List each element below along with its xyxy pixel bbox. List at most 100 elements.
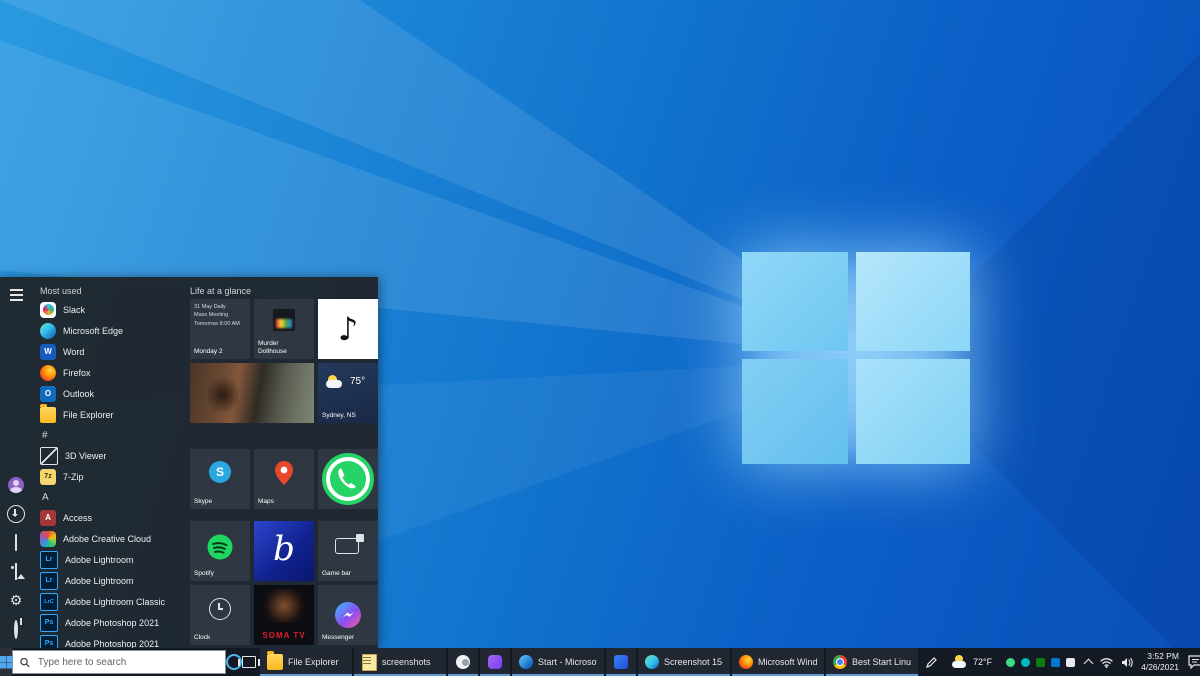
sun-cloud-icon <box>326 375 346 391</box>
start-app-edge[interactable]: Microsoft Edge <box>36 320 186 341</box>
tile-label: Messenger <box>322 634 354 642</box>
taskbar-app-deep-blue[interactable] <box>606 648 636 676</box>
start-app-lightroom-2[interactable]: Lr Adobe Lightroom <box>36 570 186 591</box>
tile-label: Maps <box>258 498 274 506</box>
system-tray <box>1000 658 1081 667</box>
volume-button[interactable] <box>1121 657 1133 668</box>
user-account-button[interactable] <box>4 475 28 495</box>
tile-itunes[interactable]: ♪ <box>318 299 378 359</box>
app-label: 3D Viewer <box>65 451 106 461</box>
power-button[interactable] <box>4 620 28 640</box>
section-header-hash[interactable]: # <box>36 425 186 445</box>
tile-photos[interactable] <box>190 363 314 423</box>
task-view-button[interactable] <box>242 648 256 676</box>
taskbar-app-firefox[interactable]: Microsoft Window... <box>732 648 824 676</box>
calendar-event-line: Tomorrow 8:00 AM <box>194 320 246 328</box>
start-app-word[interactable]: W Word <box>36 341 186 362</box>
taskbar-search[interactable] <box>12 650 226 674</box>
start-app-access[interactable]: A Access <box>36 507 186 528</box>
tile-game-bar[interactable]: Game bar <box>318 521 378 581</box>
start-app-7zip[interactable]: 7z 7-Zip <box>36 466 186 487</box>
clock-time: 3:52 PM <box>1141 651 1179 662</box>
tile-group-header[interactable]: Life at a glance <box>190 283 378 299</box>
tray-blue-square-icon[interactable] <box>1051 658 1060 667</box>
start-app-file-explorer[interactable]: File Explorer <box>36 404 186 425</box>
start-app-lightroom-classic[interactable]: LrC Adobe Lightroom Classic <box>36 591 186 612</box>
taskbar-app-file-explorer[interactable]: File Explorer <box>260 648 352 676</box>
calendar-event-line: Mass Meeting <box>194 311 246 319</box>
settings-button[interactable]: ⚙ <box>4 591 28 611</box>
taskbar-app-screenshots[interactable]: screenshots <box>354 648 446 676</box>
tile-weather[interactable]: 75° Sydney, NS <box>318 363 378 423</box>
tile-label: Spotify <box>194 570 214 578</box>
windows-ink-button[interactable] <box>918 648 944 676</box>
tile-spotify[interactable]: Spotify <box>190 521 250 581</box>
calendar-event-line: 31 May Daily <box>194 303 246 311</box>
tile-messenger[interactable]: Messenger <box>318 585 378 645</box>
tile-maps[interactable]: Maps <box>254 449 314 509</box>
notepad-icon <box>362 654 377 671</box>
start-app-adobe-cc[interactable]: Adobe Creative Cloud <box>36 528 186 549</box>
taskbar-app-edge-start[interactable]: Start - Microsoft Ed... <box>512 648 604 676</box>
start-app-photoshop[interactable]: Ps Adobe Photoshop 2021 <box>36 612 186 633</box>
tile-whatsapp[interactable] <box>318 449 378 509</box>
expand-menu-button[interactable] <box>4 285 28 305</box>
game-bar-icon <box>335 538 359 554</box>
search-input[interactable] <box>36 656 218 669</box>
tray-teal-circle-icon[interactable] <box>1021 658 1030 667</box>
app-label: Outlook <box>63 389 94 399</box>
edge-icon <box>645 655 659 669</box>
pen-icon <box>926 657 937 668</box>
downloads-button[interactable] <box>4 504 28 524</box>
tile-label: Game bar <box>322 570 351 578</box>
start-app-outlook[interactable]: O Outlook <box>36 383 186 404</box>
taskbar-app-label: Screenshot 15-0... <box>664 657 723 667</box>
tile-label: Clock <box>194 634 210 642</box>
purple-app-icon <box>488 655 502 669</box>
tile-bandcamp[interactable]: b <box>254 521 314 581</box>
tray-green-dot-icon[interactable] <box>1006 658 1015 667</box>
chrome-icon <box>833 655 847 669</box>
taskbar-app-edge-screenshot[interactable]: Screenshot 15-0... <box>638 648 730 676</box>
tray-white-icon[interactable] <box>1066 658 1075 667</box>
power-icon <box>14 620 18 639</box>
tray-green-square-icon[interactable] <box>1036 658 1045 667</box>
blue-app-icon <box>614 655 628 669</box>
start-app-firefox[interactable]: Firefox <box>36 362 186 383</box>
map-pin-icon <box>275 461 293 485</box>
pictures-button[interactable] <box>4 562 28 582</box>
tile-calendar[interactable]: 31 May Daily Mass Meeting Tomorrow 8:00 … <box>190 299 250 359</box>
app-label: File Explorer <box>63 410 114 420</box>
windows-start-icon <box>0 656 12 668</box>
taskbar-app-white-circle[interactable] <box>448 648 478 676</box>
taskbar-weather-widget[interactable]: 72°F <box>944 648 1000 676</box>
task-view-icon <box>242 656 256 668</box>
show-hidden-icons-caret[interactable] <box>1084 658 1094 668</box>
tile-murder-dollhouse[interactable]: Murder Dollhouse <box>254 299 314 359</box>
start-app-slack[interactable]: Slack <box>36 299 186 320</box>
tile-clock[interactable]: Clock <box>190 585 250 645</box>
app-label: 7-Zip <box>63 472 84 482</box>
lightroom-classic-icon: LrC <box>40 593 58 611</box>
taskbar-app-purple[interactable] <box>480 648 510 676</box>
start-app-3d-viewer[interactable]: 3D Viewer <box>36 445 186 466</box>
3d-viewer-icon <box>40 447 58 465</box>
tile-movie[interactable]: SOMA TV <box>254 585 314 645</box>
taskbar-app-buttons: File Explorer screenshots Start - Micros… <box>260 648 918 676</box>
start-app-photoshop-2[interactable]: Ps Adobe Photoshop 2021 <box>36 633 186 648</box>
b-logo-icon: b <box>273 532 295 566</box>
start-button[interactable] <box>0 648 12 676</box>
taskbar-app-chrome[interactable]: Best Start Linux... <box>826 648 918 676</box>
network-button[interactable] <box>1100 657 1113 668</box>
taskbar-clock[interactable]: 3:52 PM 4/26/2021 <box>1141 651 1179 673</box>
section-header-a[interactable]: A <box>36 487 186 507</box>
start-app-lightroom[interactable]: Lr Adobe Lightroom <box>36 549 186 570</box>
start-menu-rail: ⚙ <box>0 277 32 648</box>
documents-button[interactable] <box>4 533 28 553</box>
action-center-button[interactable] <box>1185 648 1200 676</box>
calendar-footer: Monday 2 <box>194 348 223 356</box>
tile-skype[interactable]: S Skype <box>190 449 250 509</box>
windows-logo <box>742 252 970 464</box>
app-label: Slack <box>63 305 85 315</box>
tile-grid: 31 May Daily Mass Meeting Tomorrow 8:00 … <box>190 299 380 648</box>
